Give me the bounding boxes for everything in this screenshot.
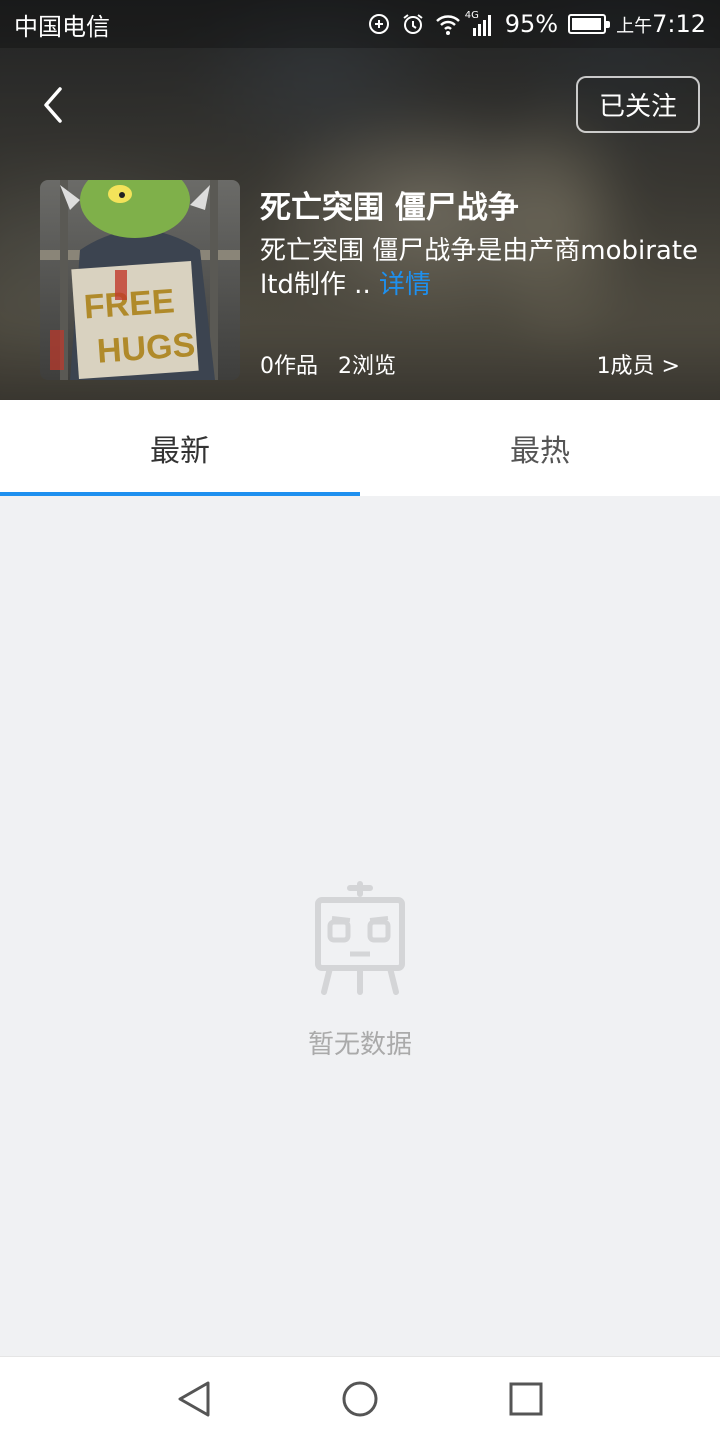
details-link[interactable]: 详情	[379, 270, 431, 300]
game-stats: 0作品 2浏览	[260, 348, 396, 380]
status-bar: 中国电信 4G 95% 上午7:12	[0, 0, 720, 48]
wifi-icon	[435, 12, 460, 36]
system-nav-bar	[0, 1356, 720, 1440]
battery-icon	[568, 14, 611, 34]
game-title: 死亡突围 僵尸战争	[260, 190, 519, 226]
alarm-icon	[401, 12, 425, 36]
carrier-label: 中国电信	[14, 12, 110, 41]
svg-text:HUGS: HUGS	[96, 326, 197, 371]
views-count: 2浏览	[338, 354, 396, 379]
svg-text:FREE: FREE	[83, 282, 176, 326]
members-link[interactable]: 1成员 >	[597, 348, 680, 380]
data-sync-icon	[367, 12, 391, 36]
empty-state-text: 暂无数据	[307, 1030, 412, 1060]
tab-latest[interactable]: 最新	[0, 400, 360, 496]
follow-button[interactable]: 已关注	[576, 76, 700, 133]
content-tabs: 最新 最热	[0, 400, 720, 496]
active-tab-indicator	[0, 492, 360, 496]
nav-recents-button[interactable]	[506, 1379, 546, 1419]
back-button[interactable]	[28, 80, 76, 130]
empty-tv-robot-icon	[315, 881, 405, 995]
game-description: 死亡突围 僵尸战争是由产商mobirate ltd制作 .. 详情	[260, 234, 700, 302]
game-description-text: 死亡突围 僵尸战争是由产商mobirate ltd制作 ..	[260, 236, 699, 300]
nav-back-icon	[178, 1381, 210, 1416]
game-cover-image: FREE HUGS	[40, 180, 240, 380]
signal-icon: 4G	[465, 10, 495, 36]
nav-back-button[interactable]	[174, 1379, 214, 1419]
time-prefix: 上午	[616, 16, 653, 37]
battery-percent: 95%	[504, 10, 559, 38]
nav-home-icon	[342, 1381, 378, 1416]
clock: 7:12	[652, 10, 706, 38]
game-header: 中国电信 4G 95% 上午7:12 已关注 FREE HUGS 死亡突围 僵尸…	[0, 0, 720, 400]
empty-state: 暂无数据	[0, 880, 720, 1061]
nav-recents-icon	[509, 1382, 543, 1415]
back-chevron-icon	[44, 87, 62, 123]
nav-home-button[interactable]	[340, 1379, 380, 1419]
works-count: 0作品	[260, 354, 318, 379]
tab-hot[interactable]: 最热	[360, 400, 720, 496]
